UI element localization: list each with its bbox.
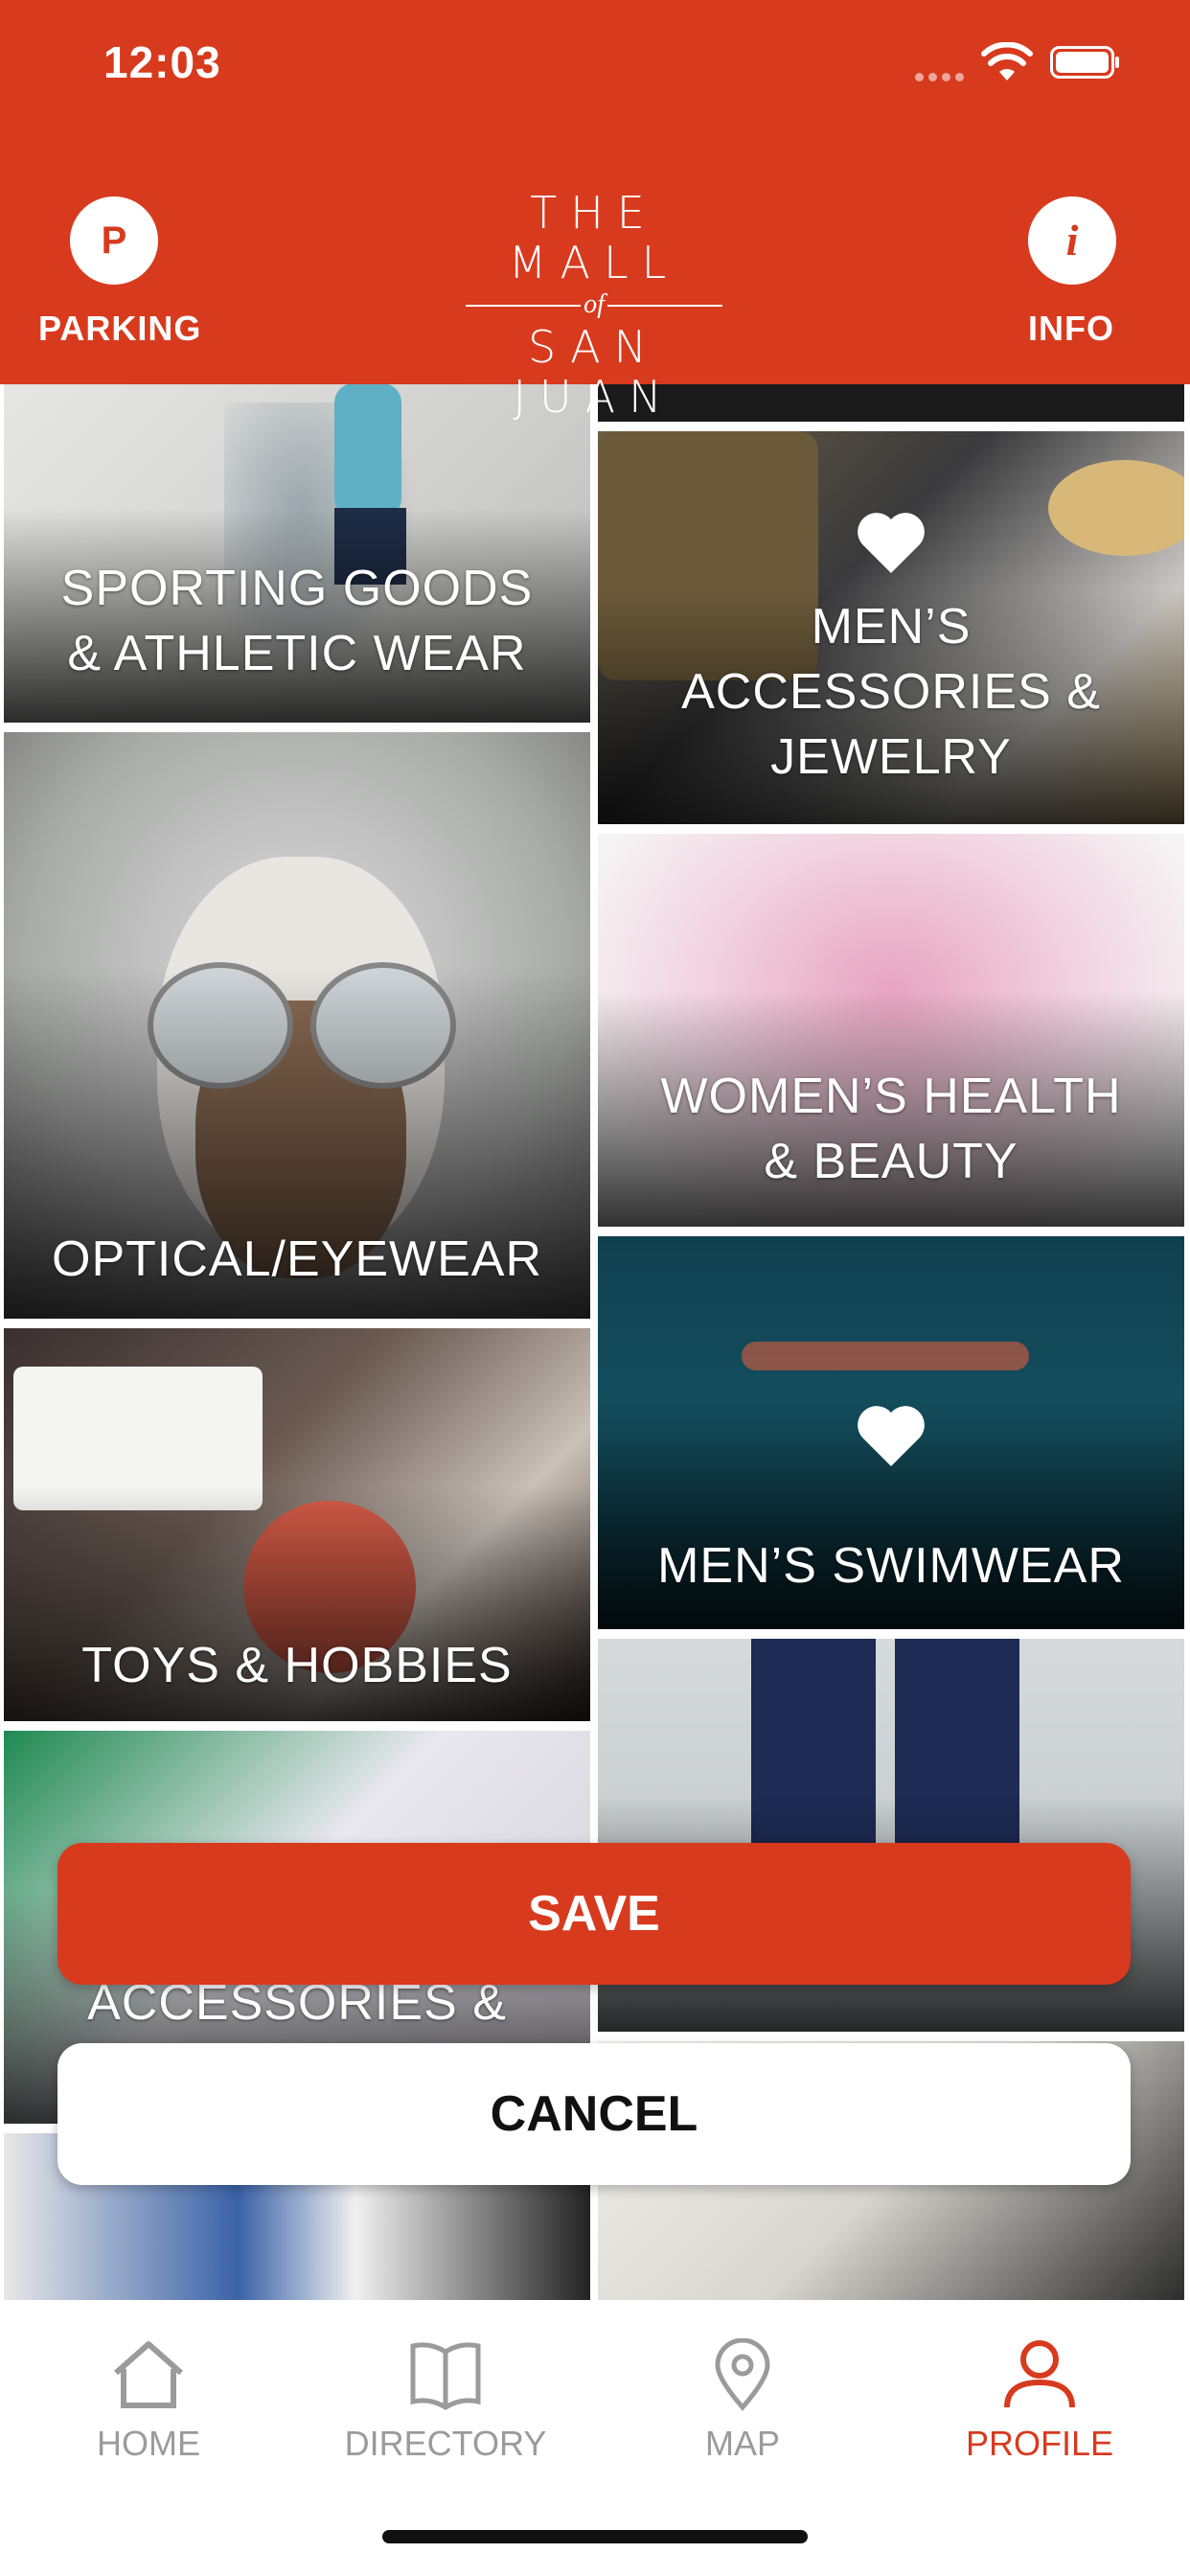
save-button[interactable]: SAVE [57,1843,1131,1985]
category-tile-mens-swimwear[interactable]: MEN’S SWIMWEAR [598,1236,1184,1629]
tab-directory-label: DIRECTORY [344,2424,547,2463]
cancel-button[interactable]: CANCEL [57,2043,1131,2185]
info-icon[interactable]: i [1028,196,1116,285]
tile-photo-swimmer [742,1342,1029,1370]
category-tile-mens-accessories[interactable]: MEN’S ACCESSORIES & JEWELRY [598,431,1184,824]
category-label: MEN’S SWIMWEAR [657,1538,1125,1594]
category-label: TOYS & HOBBIES [81,1638,513,1693]
tile-photo-shirt [334,383,401,518]
logo-line3: SAN JUAN [513,321,675,423]
logo-line1: THE MALL [508,187,680,288]
app-header: 12:03 P PARKING THE MALL of SAN JUAN i I… [0,0,1190,422]
status-time: 12:03 [103,37,221,87]
tab-directory[interactable]: DIRECTORY [297,2338,594,2464]
logo-line2: of [584,289,605,319]
heart-icon[interactable] [855,508,927,575]
tab-profile[interactable]: PROFILE [891,2338,1188,2464]
parking-icon[interactable]: P [70,196,158,285]
tab-profile-label: PROFILE [965,2424,1114,2463]
category-label: OPTICAL/EYEWEAR [52,1231,542,1287]
parking-label[interactable]: PARKING [38,309,201,349]
signal-icon [915,69,969,86]
mall-logo: THE MALL of SAN JUAN [450,187,738,422]
category-tile-optical[interactable]: OPTICAL/EYEWEAR [4,732,590,1319]
wifi-icon [981,42,1033,80]
category-label: MEN’S ACCESSORIES & JEWELRY [681,599,1101,785]
tile-photo-hat [1048,460,1184,556]
category-tile-womens-health[interactable]: WOMEN’S HEALTH & BEAUTY [598,834,1184,1227]
book-icon [410,2342,481,2410]
category-label: SPORTING GOODS & ATHLETIC WEAR [60,561,534,681]
tab-home-label: HOME [97,2424,200,2463]
info-label[interactable]: INFO [1028,309,1114,349]
home-icon [114,2341,183,2408]
home-indicator [382,2530,808,2543]
tab-map-label: MAP [704,2424,780,2463]
category-tile-toys-hobbies[interactable]: TOYS & HOBBIES [4,1328,590,1721]
tab-home[interactable]: HOME [0,2338,297,2464]
heart-icon[interactable] [855,1401,927,1468]
map-pin-icon [715,2337,770,2411]
category-label: WOMEN’S HEALTH & BEAUTY [660,1069,1122,1189]
user-icon [1004,2340,1075,2408]
battery-icon [1050,46,1119,79]
tab-map[interactable]: MAP [594,2337,891,2464]
